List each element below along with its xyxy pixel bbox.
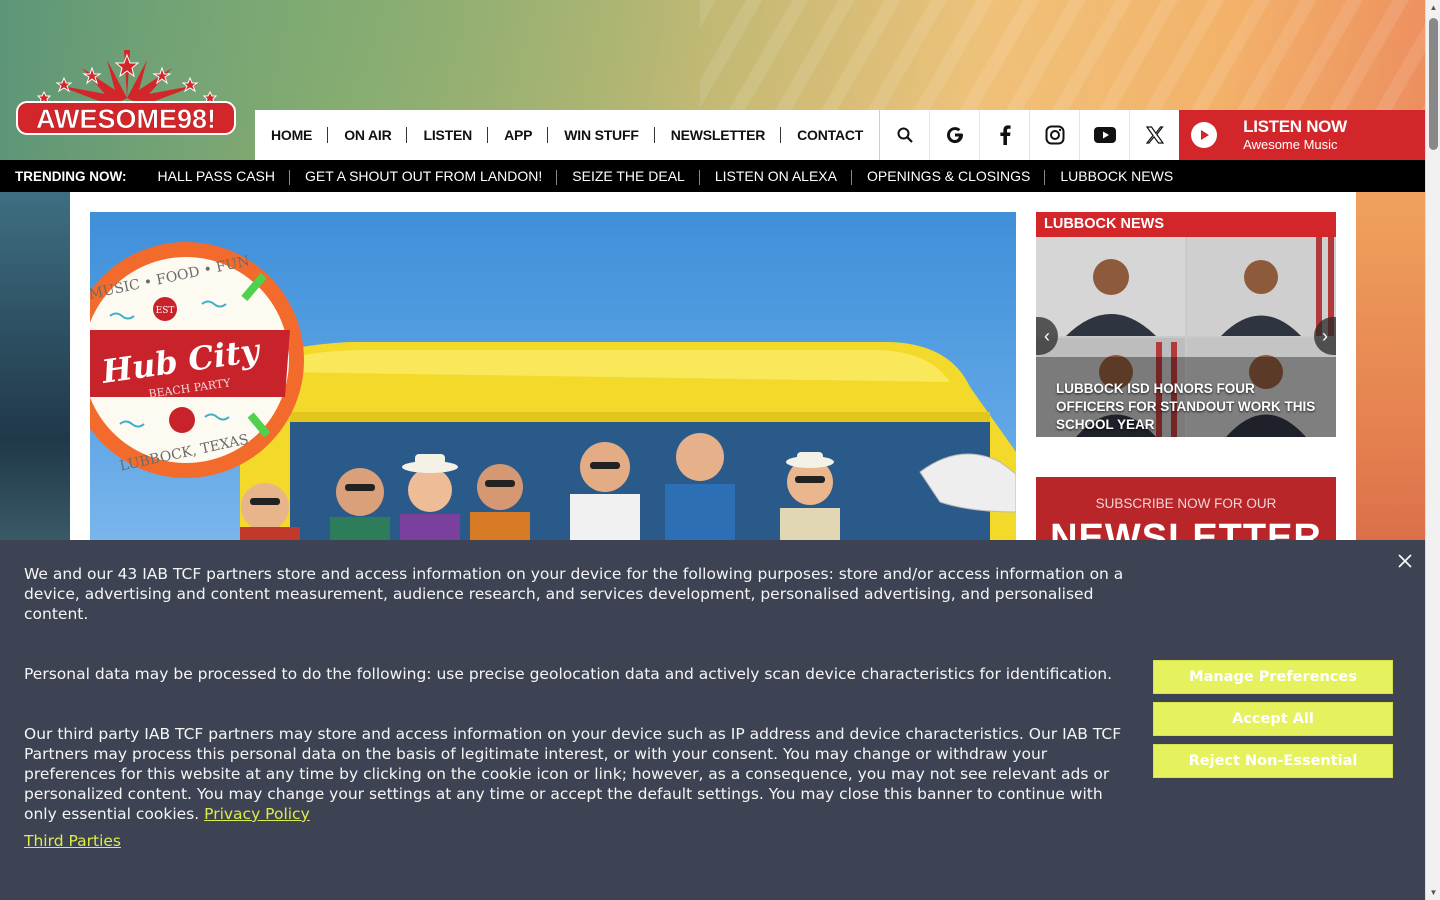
main-navigation: HOME ON AIR LISTEN APP WIN STUFF NEWSLET…: [255, 110, 1425, 160]
nav-app[interactable]: APP: [488, 110, 549, 160]
search-icon[interactable]: [879, 110, 929, 160]
privacy-policy-link[interactable]: Privacy Policy: [204, 805, 310, 823]
play-icon: [1191, 122, 1218, 148]
cookie-partners-text: Our third party IAB TCF partners may sto…: [24, 725, 1122, 823]
listen-now-button[interactable]: LISTEN NOW Awesome Music: [1179, 110, 1425, 160]
listen-now-title: LISTEN NOW: [1243, 117, 1347, 136]
lubbock-news-widget: LUBBOCK NEWS LUBBOCK ISD HONORS FOUR OFF…: [1036, 212, 1336, 437]
page-scrollbar[interactable]: ▲ ▼: [1425, 0, 1440, 900]
nav-home[interactable]: HOME: [255, 110, 329, 160]
svg-text:AWESOME98!: AWESOME98!: [36, 104, 216, 134]
news-widget-header[interactable]: LUBBOCK NEWS: [1036, 212, 1336, 237]
listen-now-subtitle: Awesome Music: [1243, 136, 1338, 152]
cookie-paragraph-personal-data: Personal data may be processed to do the…: [24, 665, 1113, 683]
manage-preferences-button[interactable]: Manage Preferences: [1153, 660, 1393, 694]
station-logo[interactable]: AWESOME98!: [12, 50, 242, 145]
nav-listen[interactable]: LISTEN: [407, 110, 488, 160]
trending-item-openings-closings[interactable]: OPENINGS & CLOSINGS: [852, 168, 1046, 185]
cookie-consent-banner: We and our 43 IAB TCF partners store and…: [0, 540, 1425, 900]
trending-label: TRENDING NOW:: [15, 168, 127, 184]
trending-item-seize-the-deal[interactable]: SEIZE THE DEAL: [557, 168, 700, 185]
trending-item-hall-pass-cash[interactable]: HALL PASS CASH: [143, 168, 291, 185]
nav-newsletter[interactable]: NEWSLETTER: [655, 110, 782, 160]
scrollbar-thumb[interactable]: [1429, 18, 1438, 150]
logo-graphic: AWESOME98!: [16, 50, 236, 135]
youtube-icon[interactable]: [1079, 110, 1129, 160]
cookie-text-block: We and our 43 IAB TCF partners store and…: [24, 564, 1129, 851]
hero-illustration: MUSIC • FOOD • FUN EST Hub City BEACH PA…: [90, 242, 1016, 552]
cookie-paragraph-purposes: We and our 43 IAB TCF partners store and…: [24, 565, 1124, 623]
trending-item-listen-on-alexa[interactable]: LISTEN ON ALEXA: [700, 168, 853, 185]
listen-now-text: LISTEN NOW Awesome Music: [1243, 117, 1347, 152]
accept-all-button[interactable]: Accept All: [1153, 702, 1393, 736]
trending-item-shout-out[interactable]: GET A SHOUT OUT FROM LANDON!: [290, 168, 558, 185]
cookie-paragraph-partners: Our third party IAB TCF partners may sto…: [24, 724, 1129, 824]
third-parties-link[interactable]: Third Parties: [24, 832, 121, 850]
close-icon[interactable]: [1396, 552, 1414, 570]
trending-item-lubbock-news[interactable]: LUBBOCK NEWS: [1045, 168, 1188, 184]
nav-contact[interactable]: CONTACT: [781, 110, 879, 160]
trending-bar: TRENDING NOW: HALL PASS CASH GET A SHOUT…: [0, 160, 1425, 192]
nav-on-air[interactable]: ON AIR: [328, 110, 408, 160]
x-icon[interactable]: [1129, 110, 1179, 160]
badge-est-text: EST: [156, 306, 175, 316]
news-story-title[interactable]: LUBBOCK ISD HONORS FOUR OFFICERS FOR STA…: [1056, 380, 1326, 434]
news-story-image[interactable]: LUBBOCK ISD HONORS FOUR OFFICERS FOR STA…: [1036, 237, 1336, 437]
scroll-up-arrow-icon[interactable]: ▲: [1429, 3, 1438, 12]
nav-icon-group: [879, 110, 1179, 160]
newsletter-subtitle: SUBSCRIBE NOW FOR OUR: [1095, 496, 1277, 511]
instagram-icon[interactable]: [1029, 110, 1079, 160]
google-icon[interactable]: [929, 110, 979, 160]
hero-image[interactable]: MUSIC • FOOD • FUN EST Hub City BEACH PA…: [90, 212, 1016, 552]
nav-menu: HOME ON AIR LISTEN APP WIN STUFF NEWSLET…: [255, 110, 879, 160]
background-stripes: [700, 0, 1425, 110]
nav-win-stuff[interactable]: WIN STUFF: [548, 110, 656, 160]
scroll-down-arrow-icon[interactable]: ▼: [1429, 888, 1438, 897]
facebook-icon[interactable]: [979, 110, 1029, 160]
reject-non-essential-button[interactable]: Reject Non-Essential: [1153, 744, 1393, 778]
